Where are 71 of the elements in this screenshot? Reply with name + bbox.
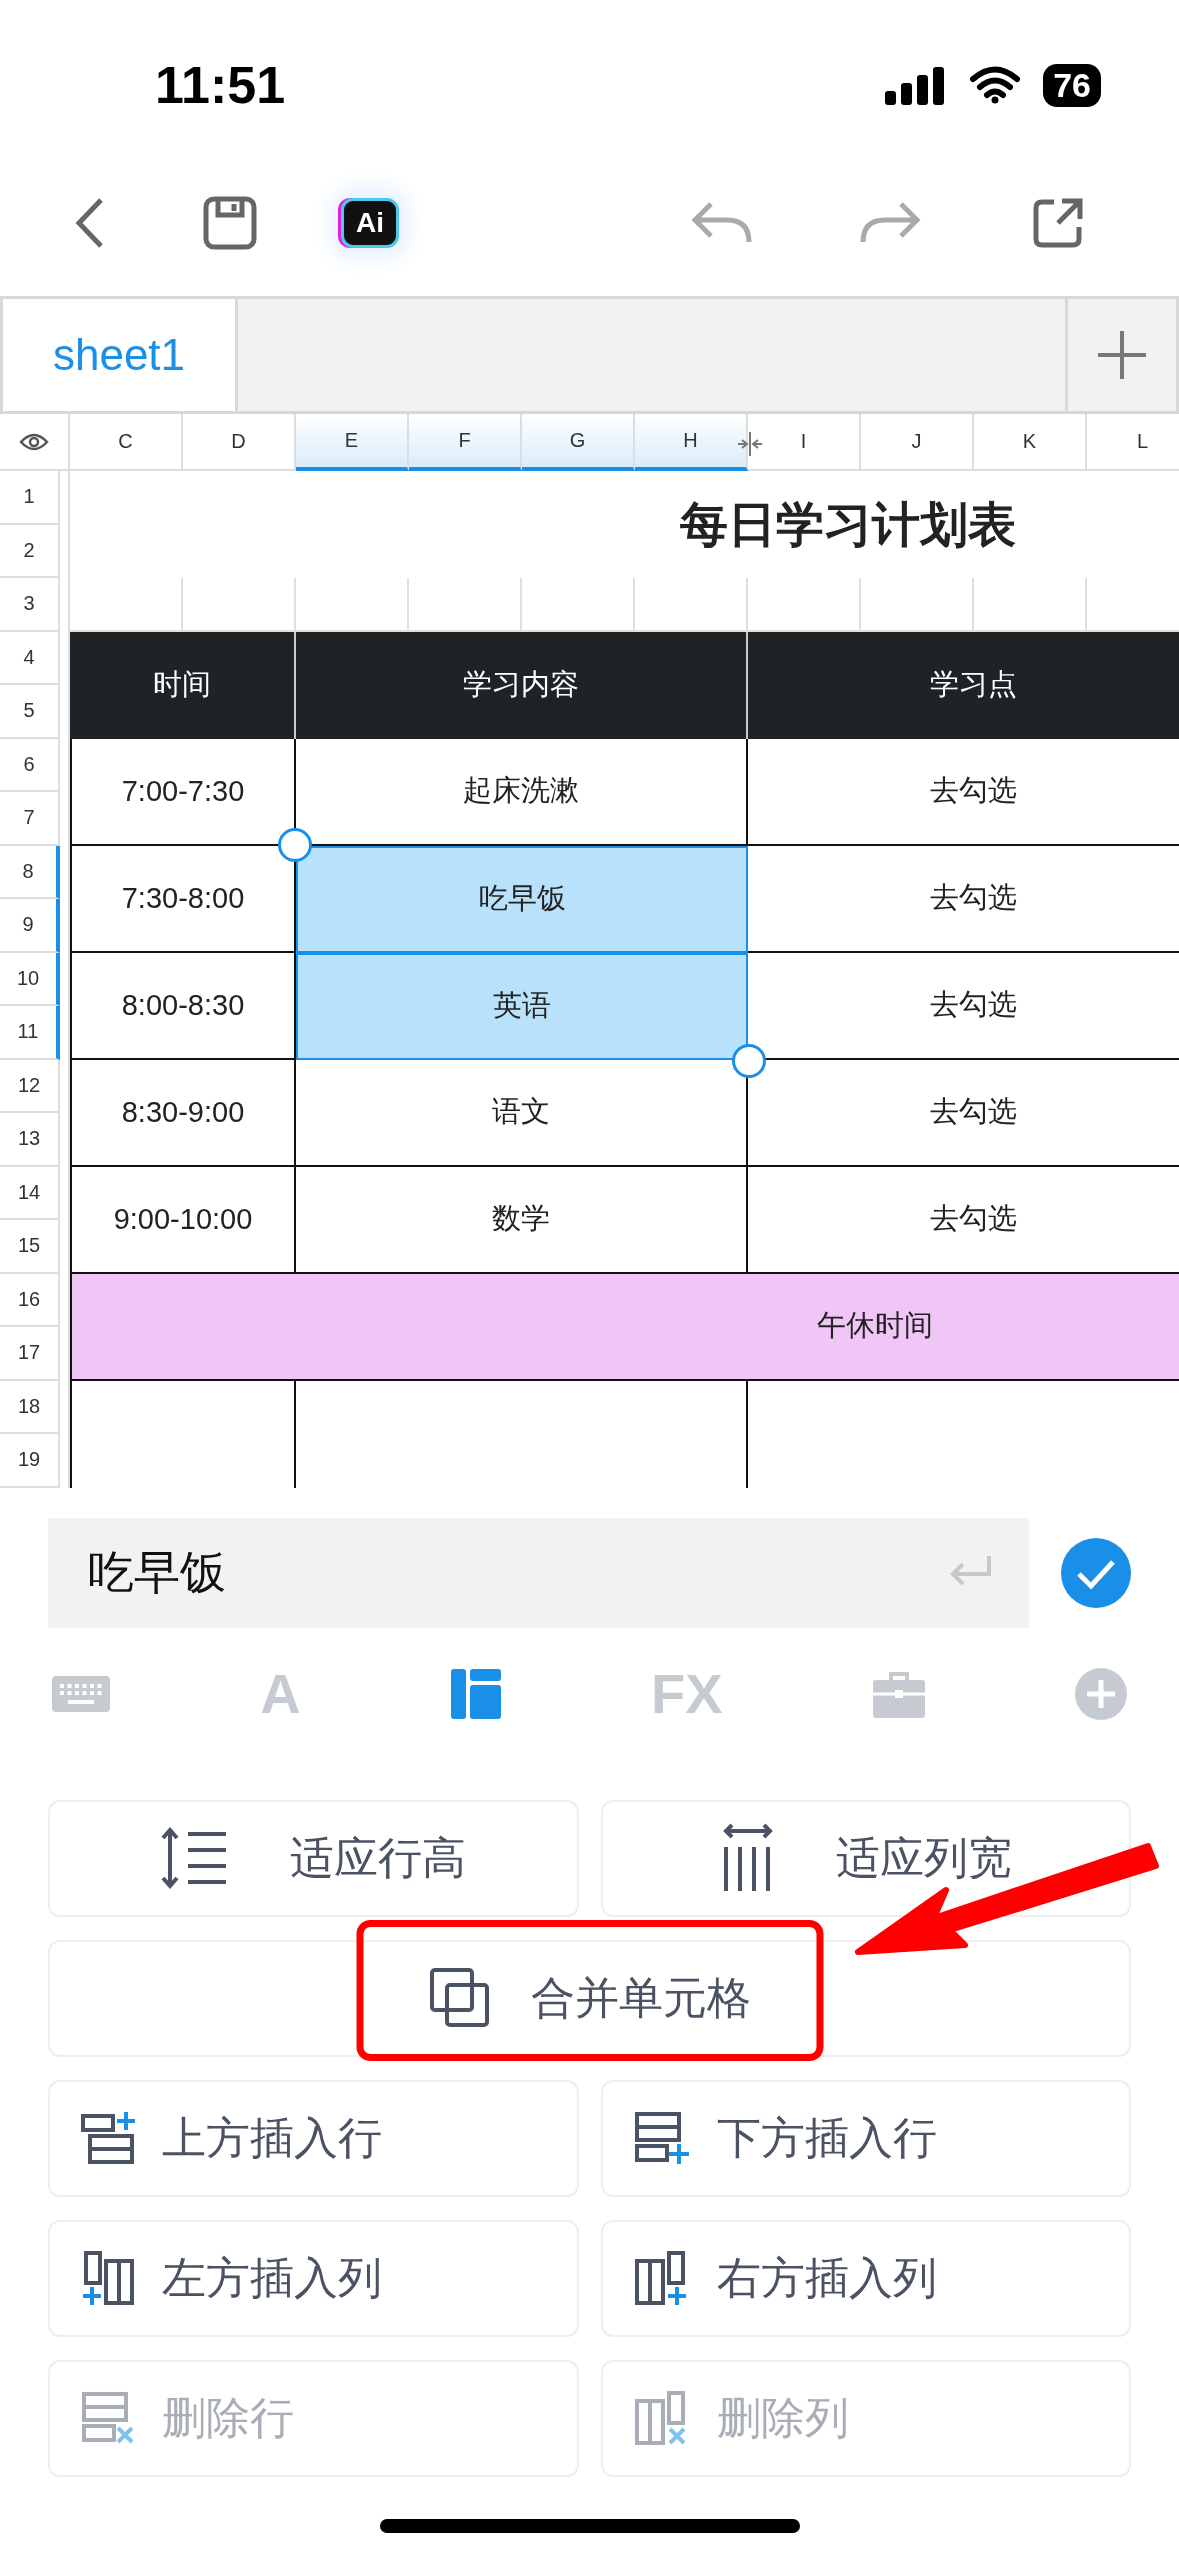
delete-row-icon <box>80 2390 136 2446</box>
column-header[interactable]: H <box>635 414 748 471</box>
confirm-icon[interactable] <box>1061 1537 1131 1608</box>
ai-button[interactable]: Ai <box>341 198 399 248</box>
row-header[interactable]: 3 <box>0 578 60 632</box>
header-cell: 学习点 <box>748 631 1179 739</box>
formula-field[interactable]: 吃早饭 <box>48 1517 1029 1628</box>
column-header[interactable]: E <box>296 414 409 471</box>
action-button[interactable]: 下方插入行 <box>600 2079 1131 2197</box>
action-button[interactable]: 左方插入列 <box>48 2219 579 2337</box>
row-header[interactable]: 14 <box>0 1166 60 1220</box>
insert-row-above-icon <box>80 2110 136 2166</box>
table-cell[interactable]: 9:00-10:00 <box>70 1166 296 1274</box>
table-cell[interactable] <box>70 1380 296 1488</box>
header-cell: 时间 <box>70 631 296 739</box>
row-header[interactable]: 18 <box>0 1380 60 1434</box>
action-button[interactable]: 右方插入列 <box>600 2219 1131 2337</box>
add-sheet-icon[interactable] <box>1098 331 1146 379</box>
formula-value: 吃早饭 <box>88 1544 226 1600</box>
eye-icon[interactable] <box>19 431 49 452</box>
row-header[interactable]: 15 <box>0 1220 60 1274</box>
row-header[interactable]: 1 <box>0 471 60 525</box>
header-cell: 学习内容 <box>296 631 748 739</box>
battery-level: 76 <box>1043 63 1101 107</box>
action-button[interactable]: 适应列宽 <box>600 1799 1131 1917</box>
row-header[interactable]: 2 <box>0 524 60 578</box>
column-header[interactable]: J <box>861 414 974 471</box>
table-cell[interactable]: 吃早饭 <box>296 845 748 953</box>
column-header[interactable]: I <box>748 414 861 471</box>
briefcase-icon[interactable] <box>872 1669 925 1718</box>
table-cell[interactable]: 数学 <box>296 1166 748 1274</box>
column-header[interactable]: F <box>409 414 522 471</box>
action-button[interactable]: 上方插入行 <box>48 2079 579 2197</box>
table-cell[interactable]: 8:30-9:00 <box>70 1059 296 1167</box>
row-header[interactable]: 16 <box>0 1273 60 1327</box>
keyboard-icon[interactable] <box>52 1675 110 1712</box>
table-cell[interactable]: 8:00-8:30 <box>70 952 296 1060</box>
column-header[interactable]: C <box>70 414 183 471</box>
add-icon[interactable] <box>1074 1667 1127 1720</box>
table-cell[interactable]: 7:30-8:00 <box>70 845 296 953</box>
row-header[interactable]: 12 <box>0 1059 60 1113</box>
home-indicator[interactable] <box>380 2519 800 2533</box>
table-cell[interactable]: 7:00-7:30 <box>70 738 296 846</box>
row-header[interactable]: 11 <box>0 1006 60 1060</box>
wifi-icon <box>969 66 1022 104</box>
column-header[interactable]: G <box>522 414 635 471</box>
back-icon[interactable] <box>75 197 105 249</box>
row-header[interactable]: 6 <box>0 738 60 792</box>
action-button[interactable]: 适应行高 <box>48 1799 579 1917</box>
column-header[interactable]: D <box>183 414 296 471</box>
row-header[interactable]: 5 <box>0 685 60 739</box>
merge-cells-icon <box>428 1967 491 2029</box>
column-header[interactable]: K <box>974 414 1087 471</box>
row-header[interactable]: 8 <box>0 845 60 899</box>
layout-icon[interactable] <box>450 1668 501 1719</box>
insert-column-left-icon <box>80 2249 136 2307</box>
row-header[interactable]: 4 <box>0 631 60 685</box>
action-button[interactable]: 合并单元格 <box>48 1939 1131 2057</box>
table-cell[interactable]: 英语 <box>296 952 748 1060</box>
row-header[interactable]: 13 <box>0 1113 60 1167</box>
row-header[interactable]: 7 <box>0 792 60 846</box>
status-time: 11:51 <box>155 55 286 115</box>
save-icon[interactable] <box>203 196 257 250</box>
row-header[interactable]: 9 <box>0 899 60 953</box>
table-cell[interactable]: 午休时间 <box>70 1273 1179 1381</box>
row-header[interactable]: 10 <box>0 952 60 1006</box>
share-icon[interactable] <box>1032 197 1084 249</box>
insert-row-below-icon <box>632 2110 691 2166</box>
row-header[interactable]: 17 <box>0 1327 60 1381</box>
column-resize-icon[interactable] <box>736 432 764 456</box>
row-header[interactable]: 19 <box>0 1434 60 1488</box>
